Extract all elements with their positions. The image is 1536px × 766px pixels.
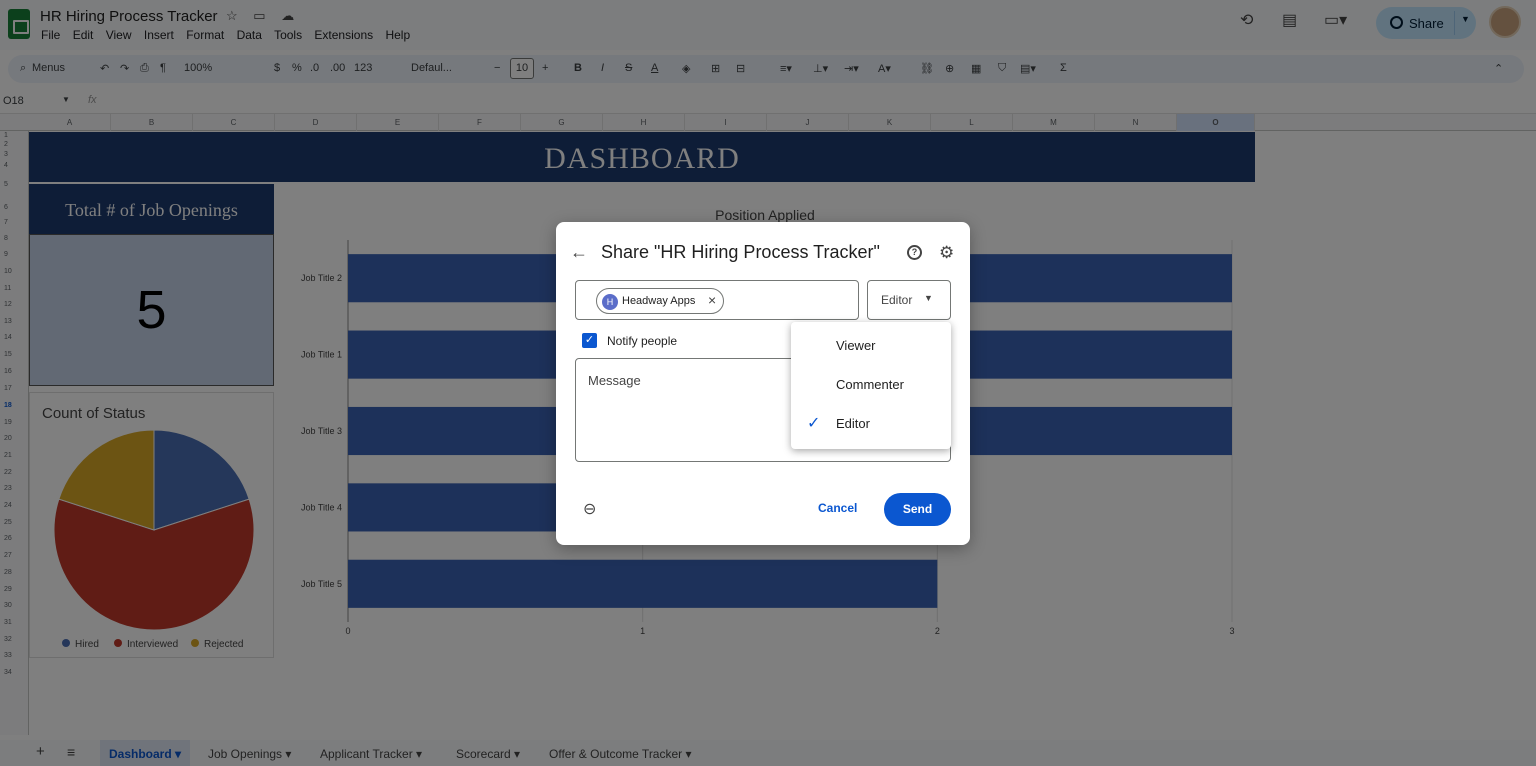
send-button[interactable]: Send xyxy=(884,493,951,526)
notify-checkbox[interactable]: ✓ xyxy=(582,333,597,348)
back-arrow-icon[interactable]: ← xyxy=(570,242,588,263)
cancel-button[interactable]: Cancel xyxy=(818,501,857,515)
recipient-chip[interactable]: H Headway Apps × xyxy=(596,288,724,314)
copy-link-icon[interactable]: ⊖ xyxy=(583,499,596,519)
role-option-editor[interactable]: ✓ Editor xyxy=(791,405,951,441)
help-icon[interactable]: ? xyxy=(907,245,922,260)
role-option-commenter[interactable]: Commenter xyxy=(791,366,951,402)
recipient-name: Headway Apps xyxy=(622,295,696,307)
dialog-title: Share "HR Hiring Process Tracker" xyxy=(601,242,880,262)
message-placeholder: Message xyxy=(588,373,641,388)
caret-down-icon: ▼ xyxy=(924,293,933,303)
role-dropdown[interactable]: Editor ▼ xyxy=(867,280,951,320)
checkmark-icon: ✓ xyxy=(807,415,821,432)
recipients-input[interactable]: H Headway Apps × xyxy=(575,280,859,320)
role-menu: Viewer Commenter ✓ Editor xyxy=(791,322,951,449)
role-option-viewer[interactable]: Viewer xyxy=(791,327,951,363)
settings-gear-icon[interactable]: ⚙ xyxy=(939,243,954,263)
remove-recipient-icon[interactable]: × xyxy=(708,292,716,308)
notify-label[interactable]: Notify people xyxy=(607,334,677,348)
recipient-avatar: H xyxy=(602,294,618,310)
